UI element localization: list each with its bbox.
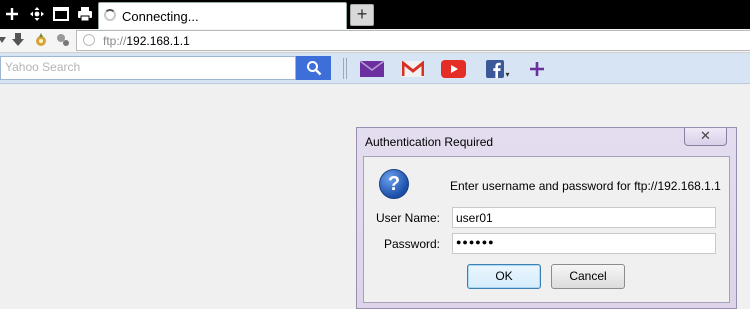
plus-icon[interactable] [3,5,21,23]
dialog-body: ? Enter username and password for ftp://… [363,156,730,303]
tab-connecting[interactable]: Connecting... [98,2,347,29]
tab-title: Connecting... [122,9,199,24]
search-input[interactable] [1,57,297,77]
search-toolbar: ▾ [0,53,750,84]
loading-spinner-icon [104,9,116,21]
navigation-bar: ftp://192.168.1.1 [0,29,750,53]
gmail-icon[interactable] [402,58,424,80]
toolbar-separator [343,58,347,79]
password-label: Password: [383,237,440,251]
download-icon[interactable] [10,32,26,48]
print-icon[interactable] [76,5,94,23]
mail-icon[interactable] [360,58,384,80]
password-field[interactable]: ●●●●●● [452,233,716,254]
facebook-dropdown-icon[interactable]: ▾ [505,70,509,79]
move-icon[interactable] [28,5,46,23]
username-field[interactable] [452,207,716,228]
close-button[interactable]: ✕ [684,128,727,146]
tab-strip: Connecting... + [0,0,750,29]
username-label: User Name: [375,211,440,225]
new-tab-button[interactable]: + [350,4,374,26]
username-input[interactable] [453,208,715,227]
cancel-button[interactable]: Cancel [551,264,625,289]
search-box[interactable] [0,56,297,80]
add-icon[interactable] [528,58,546,80]
ok-button[interactable]: OK [467,264,541,289]
dropdown-arrow-icon[interactable] [0,32,10,48]
address-bar[interactable]: ftp://192.168.1.1 [76,30,750,51]
facebook-icon[interactable]: ▾ [484,58,512,80]
extension-icon[interactable] [33,32,49,48]
url-text: ftp://192.168.1.1 [103,34,190,48]
tools-icon[interactable] [55,32,71,48]
search-icon [306,61,321,76]
dialog-title: Authentication Required [365,135,494,149]
youtube-icon[interactable] [441,58,466,80]
window-icon[interactable] [52,5,70,23]
authentication-dialog: Authentication Required ✕ ? Enter userna… [356,127,737,309]
question-icon: ? [379,169,409,199]
auth-prompt: Enter username and password for ftp://19… [450,179,721,193]
globe-icon [83,34,95,46]
password-mask: ●●●●●● [456,237,495,247]
search-button[interactable] [296,56,331,80]
